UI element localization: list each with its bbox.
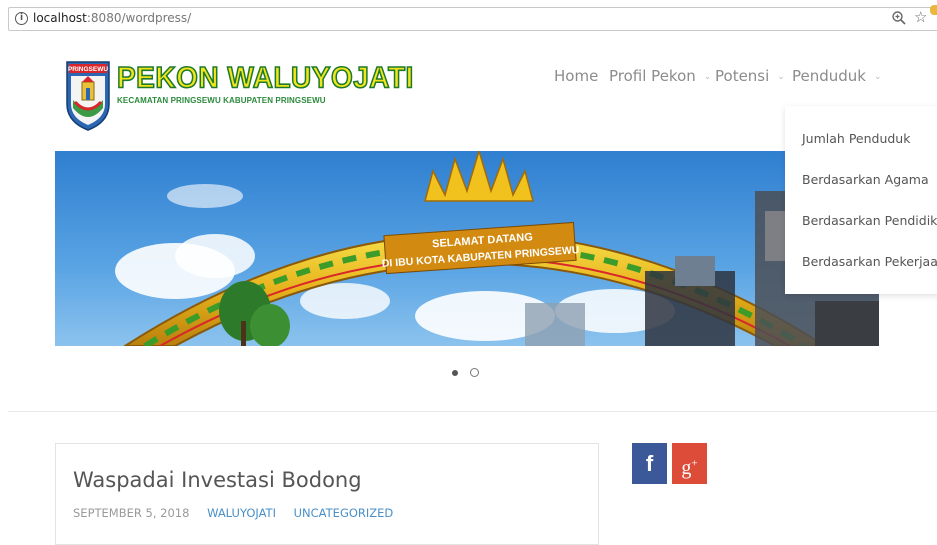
post-title[interactable]: Waspadai Investasi Bodong	[73, 468, 362, 492]
googleplus-button[interactable]: g+	[672, 443, 707, 484]
dropdown-item-berdasarkan-pekerjaan[interactable]: Berdasarkan Pekerjaan	[802, 254, 937, 269]
penduduk-dropdown-menu: Jumlah Penduduk Berdasarkan Agama Berdas…	[785, 106, 937, 294]
crest-icon: PRINGSEWU	[66, 61, 110, 131]
post-meta: SEPTEMBER 5, 2018 WALUYOJATI UNCATEGORIZ…	[73, 506, 393, 520]
url-host: localhost	[33, 11, 87, 25]
googleplus-glyph: g	[681, 456, 692, 479]
nav-profil-pekon-label: Profil Pekon	[609, 67, 696, 85]
url-path: :8080/wordpress/	[86, 11, 192, 25]
extension-icon[interactable]	[930, 5, 937, 15]
googleplus-icon: g+	[681, 457, 697, 479]
nav-penduduk-label: Penduduk	[792, 67, 866, 85]
info-circle-icon[interactable]: i	[15, 12, 28, 25]
url-text[interactable]: localhost:8080/wordpress/	[33, 11, 191, 25]
chevron-down-icon: ⌄	[703, 72, 712, 82]
url-field[interactable]: i localhost:8080/wordpress/ ☆	[8, 7, 937, 31]
dropdown-item-berdasarkan-agama[interactable]: Berdasarkan Agama	[802, 172, 929, 187]
post-author[interactable]: WALUYOJATI	[207, 506, 276, 520]
chevron-down-icon: ⌄	[874, 72, 882, 82]
slider-dot-1[interactable]	[452, 370, 458, 376]
slider-dot-2[interactable]	[470, 368, 479, 377]
nav-home[interactable]: Home	[554, 67, 598, 85]
star-icon[interactable]: ☆	[914, 8, 927, 26]
zoom-icon[interactable]	[891, 10, 907, 26]
nav-profil-pekon[interactable]: Profil Pekon ⌄	[609, 67, 711, 85]
facebook-button[interactable]: f	[632, 443, 667, 484]
section-divider	[8, 411, 937, 412]
browser-address-bar: i localhost:8080/wordpress/ ☆	[0, 0, 937, 40]
facebook-icon: f	[645, 451, 654, 476]
dropdown-item-jumlah-penduduk[interactable]: Jumlah Penduduk	[802, 131, 910, 146]
site-tagline: KECAMATAN PRINGSEWU KABUPATEN PRINGSEWU	[117, 96, 326, 105]
slide-image: SELAMAT DATANG DI IBU KOTA KABUPATEN PRI…	[55, 151, 879, 346]
nav-home-label: Home	[554, 67, 599, 85]
dropdown-item-berdasarkan-pendidikan[interactable]: Berdasarkan Pendidikan	[802, 213, 937, 228]
site-logo[interactable]: PRINGSEWU PEKON WALUYOJATI KECAMATAN PRI…	[65, 60, 414, 132]
nav-potensi-label: Potensi	[715, 67, 770, 85]
site-title[interactable]: PEKON WALUYOJATI	[116, 60, 414, 95]
post-card: Waspadai Investasi Bodong SEPTEMBER 5, 2…	[55, 443, 599, 545]
hero-slider[interactable]: SELAMAT DATANG DI IBU KOTA KABUPATEN PRI…	[55, 151, 879, 346]
post-date[interactable]: SEPTEMBER 5, 2018	[73, 506, 189, 520]
googleplus-plus: +	[691, 457, 698, 469]
post-category[interactable]: UNCATEGORIZED	[294, 506, 394, 520]
nav-penduduk[interactable]: Penduduk ⌄	[792, 67, 882, 85]
chevron-down-icon: ⌄	[777, 72, 785, 82]
crest-label: PRINGSEWU	[68, 66, 108, 73]
nav-potensi[interactable]: Potensi ⌄	[715, 67, 785, 85]
